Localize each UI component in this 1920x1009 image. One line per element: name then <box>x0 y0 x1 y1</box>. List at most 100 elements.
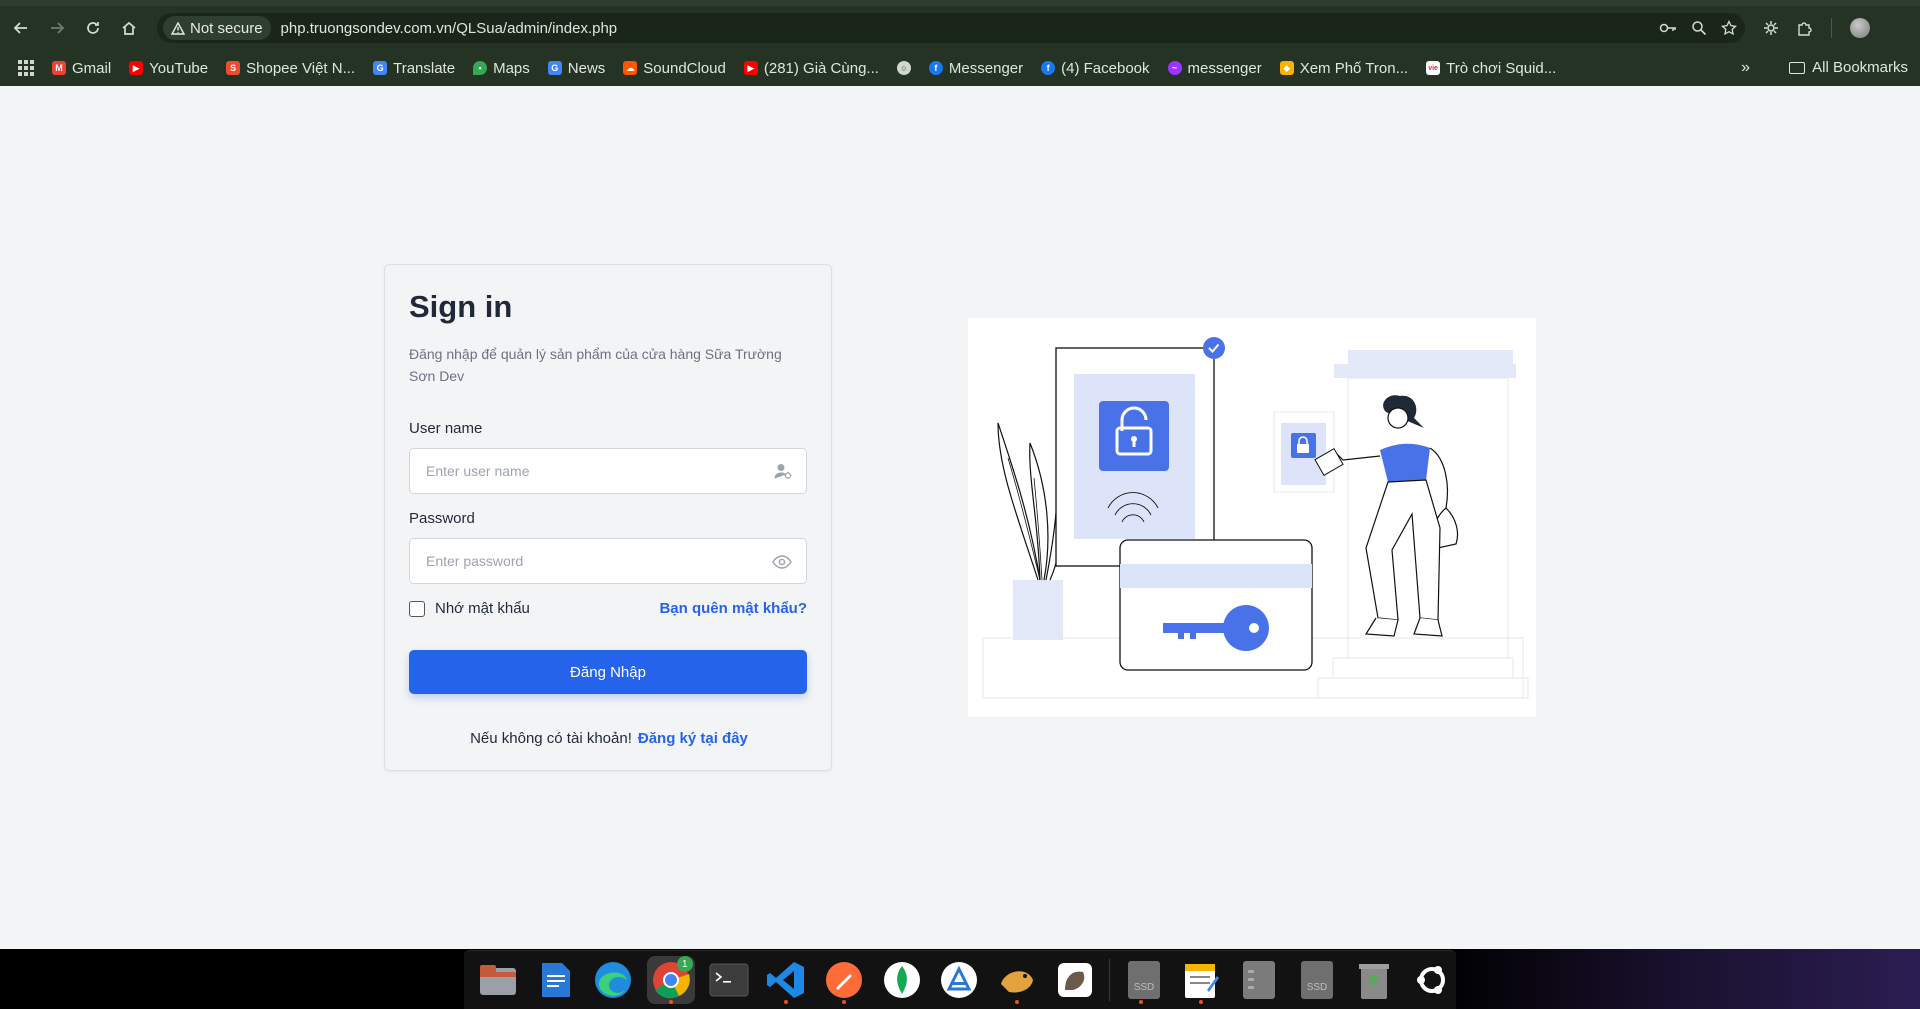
bookmark-label: Trò chơi Squid... <box>1446 59 1557 77</box>
no-account-text: Nếu không có tài khoản! <box>470 730 632 747</box>
arrow-right-icon <box>51 22 65 34</box>
chrome-badge: 1 <box>676 956 693 972</box>
bookmark-youtube[interactable]: ▶ YouTube <box>129 60 208 77</box>
edge-icon[interactable] <box>589 956 637 1004</box>
bookmark-facebook[interactable]: f (4) Facebook <box>1041 59 1150 77</box>
bookmarks-overflow-icon[interactable]: » <box>1741 59 1750 77</box>
login-button[interactable]: Đăng Nhập <box>409 650 807 694</box>
signup-row: Nếu không có tài khoản! Đăng ký tại đây <box>385 730 833 747</box>
youtube-icon: ▶ <box>743 61 758 75</box>
bookmark-soundcloud[interactable]: ☁ SoundCloud <box>623 60 726 77</box>
bookmark-label: Messenger <box>948 59 1024 77</box>
globe-icon: ○ <box>896 61 911 75</box>
cube-icon: ◆ <box>1279 61 1294 75</box>
username-field[interactable] <box>409 448 807 494</box>
home-icon <box>122 21 136 35</box>
ssd-drive-icon[interactable]: SSD <box>1293 956 1341 1004</box>
bookmark-messenger-2[interactable]: ~ messenger <box>1167 60 1262 77</box>
remember-checkbox[interactable] <box>409 600 425 617</box>
password-input[interactable] <box>410 539 750 583</box>
chrome-icon[interactable]: 1 <box>647 956 695 1004</box>
warning-icon <box>171 21 185 35</box>
password-field[interactable] <box>409 538 807 584</box>
dbeaver-icon[interactable] <box>993 956 1041 1004</box>
ssd-drive-icon[interactable]: SSD <box>1120 956 1168 1004</box>
bookmark-messenger[interactable]: f Messenger <box>928 59 1024 77</box>
forgot-password-link[interactable]: Bạn quên mật khẩu? <box>659 600 807 617</box>
user-icon <box>774 464 792 479</box>
bookmark-label: SoundCloud <box>643 59 726 77</box>
extensions-puzzle-icon[interactable] <box>1797 20 1813 36</box>
bookmark-youtube-video[interactable]: ▶ (281) Già Cùng... <box>743 59 879 77</box>
bookmark-translate[interactable]: G Translate <box>373 60 455 77</box>
remember-label: Nhớ mật khẩu <box>435 600 530 617</box>
eye-icon[interactable] <box>772 554 792 570</box>
not-secure-label: Not secure <box>190 19 263 37</box>
bookmarks-bar: M Gmail ▶ YouTube S Shopee Việt N... G Trans… <box>0 50 1920 86</box>
shopee-icon: S <box>226 61 241 75</box>
app-center-icon[interactable] <box>936 956 984 1004</box>
bookmark-xem-pho[interactable]: ◆ Xem Phố Tron... <box>1279 59 1409 77</box>
writer-icon[interactable] <box>532 956 580 1004</box>
bookmark-gmail[interactable]: M Gmail <box>52 60 111 77</box>
username-label: User name <box>409 420 483 437</box>
bookmark-label: Shopee Việt N... <box>246 59 356 77</box>
vscode-icon[interactable] <box>763 956 811 1004</box>
drive-icon[interactable] <box>1235 956 1283 1004</box>
address-bar[interactable]: Not secure php.truongsondev.com.vn/QLSua… <box>157 13 1745 43</box>
remember-me[interactable]: Nhớ mật khẩu <box>409 600 530 617</box>
bookmark-shopee[interactable]: S Shopee Việt N... <box>226 60 355 77</box>
key-icon[interactable] <box>1659 22 1677 34</box>
gimp-icon[interactable] <box>1051 956 1099 1004</box>
all-bookmarks-label: All Bookmarks <box>1812 59 1908 76</box>
bookmark-label: (281) Già Cùng... <box>763 59 879 77</box>
reload-button[interactable] <box>78 13 108 43</box>
star-icon[interactable] <box>1721 20 1737 36</box>
url-text[interactable]: php.truongsondev.com.vn/QLSua/admin/inde… <box>281 20 618 37</box>
omnibox-actions <box>1659 13 1737 43</box>
bookmark-label: YouTube <box>149 59 209 77</box>
mongodb-icon[interactable] <box>878 956 926 1004</box>
ubuntu-icon[interactable] <box>1408 956 1456 1004</box>
messenger-icon: ~ <box>1167 61 1182 75</box>
home-button[interactable] <box>114 13 144 43</box>
running-indicator <box>668 1000 673 1004</box>
bookmark-label: Xem Phố Tron... <box>1299 59 1409 77</box>
toolbar-right <box>1763 6 1920 50</box>
bookmark-squid-game[interactable]: vie Trò chơi Squid... <box>1426 60 1556 77</box>
profile-avatar[interactable] <box>1850 18 1870 38</box>
extension-gear-icon[interactable] <box>1763 20 1779 36</box>
svg-text:SSD: SSD <box>1133 982 1154 993</box>
bookmark-news[interactable]: G News <box>547 60 605 77</box>
gmail-icon: M <box>52 61 66 75</box>
terminal-icon[interactable] <box>705 956 753 1004</box>
back-button[interactable] <box>6 13 36 43</box>
news-icon: G <box>547 61 562 75</box>
translate-icon: G <box>373 61 388 75</box>
forward-button[interactable] <box>42 13 72 43</box>
files-icon[interactable] <box>474 956 522 1004</box>
trash-icon[interactable] <box>1351 956 1399 1004</box>
arrow-left-icon <box>13 22 27 34</box>
apps-grid-icon[interactable] <box>18 60 34 76</box>
all-bookmarks-button[interactable]: All Bookmarks <box>1789 59 1908 76</box>
postman-icon[interactable] <box>820 956 868 1004</box>
security-chip[interactable]: Not secure <box>163 16 271 40</box>
signup-link[interactable]: Đăng ký tại đây <box>638 730 748 747</box>
password-label: Password <box>409 510 475 527</box>
username-input[interactable] <box>410 449 750 493</box>
running-indicator <box>842 1000 847 1004</box>
text-editor-icon[interactable] <box>1177 956 1225 1004</box>
login-illustration <box>968 318 1536 717</box>
facebook-icon: f <box>1041 61 1056 75</box>
zoom-icon[interactable] <box>1691 20 1707 36</box>
running-indicator <box>1138 1000 1143 1004</box>
security-illustration-image <box>982 337 1529 699</box>
page-title: Sign in <box>409 289 513 324</box>
bookmark-label: (4) Facebook <box>1061 59 1150 77</box>
bookmark-globe[interactable]: ○ <box>896 61 911 75</box>
reload-icon <box>87 22 99 34</box>
bookmark-maps[interactable]: • Maps <box>473 60 530 77</box>
toolbar-divider <box>1831 18 1832 38</box>
page-content: Sign in Đăng nhập để quản lý sản phẩm củ… <box>0 86 1920 949</box>
